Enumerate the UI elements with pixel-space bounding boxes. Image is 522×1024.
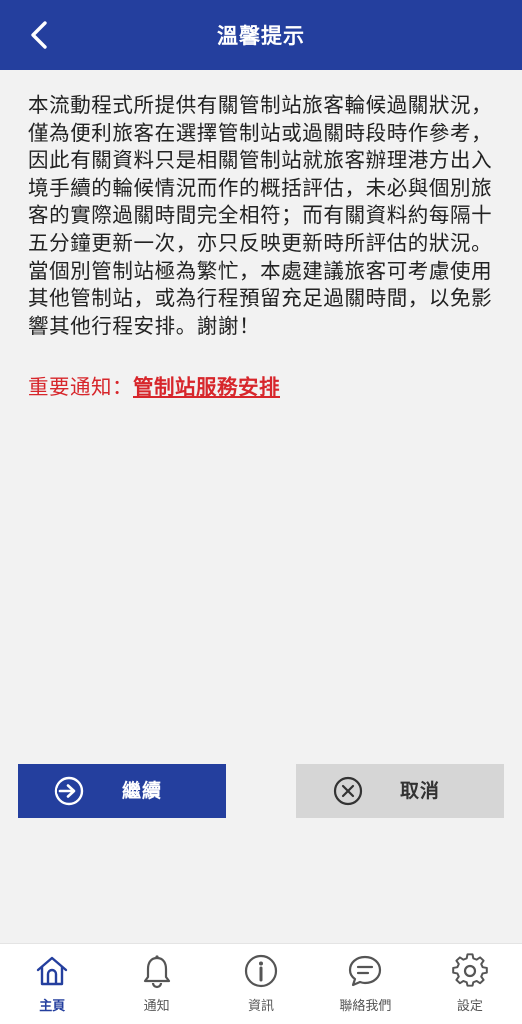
tab-contact-us-label: 聯絡我們 (339, 999, 392, 1014)
top-app-bar: 溫馨提示 (0, 0, 522, 70)
tab-contact-us[interactable]: 聯絡我們 (313, 944, 417, 1024)
tab-notifications-label: 通知 (143, 999, 170, 1014)
tab-settings[interactable]: 設定 (418, 944, 522, 1024)
home-icon (37, 956, 68, 986)
tab-settings-label: 設定 (456, 999, 483, 1014)
bottom-tab-bar: 主頁 通知 資訊 聯絡我們 設定 (0, 943, 522, 1024)
tab-home[interactable]: 主頁 (0, 944, 104, 1024)
close-circle-icon (333, 776, 363, 806)
page-title: 溫馨提示 (217, 24, 305, 48)
notice-content: 本流動程式所提供有關管制站旅客輪候過關狀況，僅為便利旅客在選擇管制站或過關時段時… (28, 92, 498, 400)
checkpoint-service-link[interactable]: 管制站服務安排 (133, 375, 280, 399)
bell-icon (143, 955, 170, 989)
cancel-button[interactable]: 取消 (296, 764, 504, 818)
tab-notifications[interactable]: 通知 (104, 944, 208, 1024)
tab-info-label: 資訊 (248, 999, 275, 1014)
back-button[interactable] (22, 18, 56, 52)
continue-button[interactable]: 繼續 (18, 764, 226, 818)
continue-button-label: 繼續 (122, 780, 163, 802)
info-icon (244, 954, 278, 988)
chat-icon (349, 955, 382, 987)
gear-icon (452, 953, 488, 987)
important-notice-label: 重要通知： (28, 375, 133, 400)
notice-paragraph: 本流動程式所提供有關管制站旅客輪候過關狀況，僅為便利旅客在選擇管制站或過關時段時… (28, 93, 493, 338)
arrow-right-circle-icon (54, 776, 84, 806)
tab-home-label: 主頁 (39, 999, 66, 1014)
tab-info[interactable]: 資訊 (209, 944, 313, 1024)
chevron-left-icon (31, 21, 47, 49)
cancel-button-label: 取消 (400, 780, 441, 802)
important-notice: 重要通知：管制站服務安排 (28, 370, 498, 400)
